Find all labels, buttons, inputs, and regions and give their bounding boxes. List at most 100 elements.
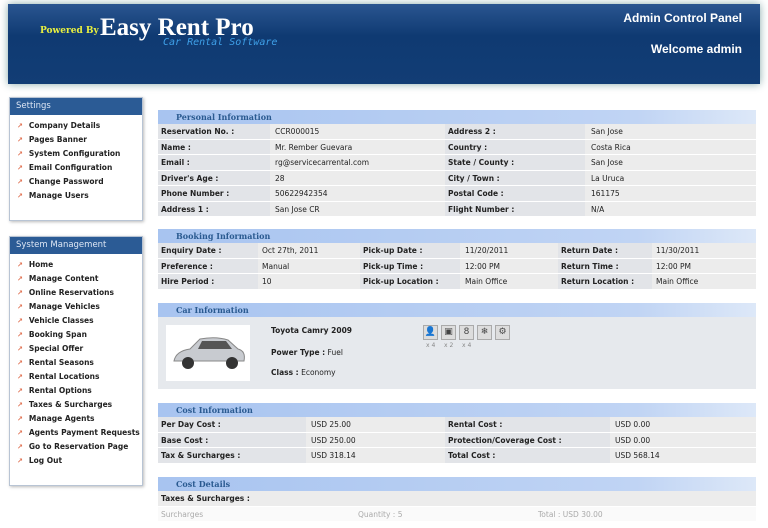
powered-by: Powered By [40, 26, 99, 36]
field-value: La Uruca [591, 173, 625, 183]
field-label: Address 1 : [161, 204, 209, 214]
field-label: Reservation No. : [161, 127, 235, 136]
field-value: rg@servicecarrental.com [275, 158, 370, 167]
menu-item-manage-vehicles[interactable]: ↗ Manage Vehicles [17, 302, 142, 316]
field-value: 50622942354 [275, 189, 328, 198]
field-label: Hire Period : [161, 277, 215, 286]
field-value: USD 0.00 [615, 420, 651, 429]
field-label: Enquiry Date : [161, 246, 222, 255]
field-label: Pick-up Time : [363, 261, 424, 271]
welcome-text: Welcome admin [650, 42, 742, 56]
field-value: San Jose [591, 127, 623, 136]
menu-item-label: Booking Span [28, 330, 87, 339]
section-title: Personal Information [158, 110, 756, 124]
booking-information-section: Booking Information Enquiry Date : Oct 27… [158, 229, 756, 290]
field-label: Return Time : [561, 261, 619, 271]
info-row: Base Cost : USD 250.00 Protection/Coverage… [158, 432, 756, 448]
menu-item-manage-users[interactable]: ↗ Manage Users [17, 191, 142, 205]
menu-item-special-offer[interactable]: ↗ Special Offer [17, 344, 142, 358]
arrow-icon: ↗ [17, 457, 23, 465]
arrow-icon: ↗ [17, 317, 23, 325]
car-information-section: Car Information Toyota Camry 2009 Power … [158, 303, 756, 389]
cost-information-section: Cost Information Per Day Cost : USD 25.00… [158, 403, 756, 464]
settings-menu: Settings ↗ Company Details ↗ Pages Banner ↗ S… [9, 97, 143, 221]
field-label: Email : [161, 158, 190, 167]
info-row: Hire Period : 10 Pick-up Location : Main Of… [158, 274, 756, 290]
car-image [166, 325, 250, 381]
arrow-icon: ↗ [17, 415, 23, 423]
menu-item-label: Log Out [28, 456, 63, 465]
section-title: Booking Information [158, 229, 756, 243]
menu-item-log-out[interactable]: ↗ Log Out [17, 456, 142, 470]
field-value: 10 [262, 277, 272, 286]
menu-item-label: Manage Agents [28, 414, 95, 423]
menu-item-rental-seasons[interactable]: ↗ Rental Seasons [17, 358, 142, 372]
system-management-menu: System Management ↗ Home ↗ Manage Content ↗ O… [9, 236, 143, 486]
system-management-title: System Management [10, 237, 142, 254]
arrow-icon: ↗ [17, 345, 23, 353]
tagline: Car Rental Software [163, 37, 278, 48]
feature-quantity: x 4 [462, 342, 472, 349]
menu-item-rental-locations[interactable]: ↗ Rental Locations [17, 372, 142, 386]
arrow-icon: ↗ [17, 150, 23, 158]
field-value: Main Office [465, 277, 508, 286]
menu-item-email-configuration[interactable]: ↗ Email Configuration [17, 163, 142, 177]
field-label: Country : [448, 142, 488, 152]
menu-item-online-reservations[interactable]: ↗ Online Reservations [17, 288, 142, 302]
surcharge-quantity: Quantity : 5 [358, 509, 403, 519]
menu-item-agents-payment-requests[interactable]: ↗ Agents Payment Requests [17, 428, 142, 442]
field-label: Per Day Cost : [161, 420, 221, 429]
menu-item-label: Manage Content [28, 274, 99, 283]
field-label: Postal Code : [448, 189, 504, 198]
class-value: Economy [301, 368, 336, 377]
field-label: Address 2 : [448, 127, 496, 136]
arrow-icon: ↗ [17, 429, 23, 437]
menu-item-home[interactable]: ↗ Home [17, 260, 142, 274]
arrow-icon: ↗ [17, 122, 23, 130]
field-value: Main Office [656, 277, 699, 286]
menu-item-label: Manage Users [28, 191, 89, 200]
info-row: Enquiry Date : Oct 27th, 2011 Pick-up Date… [158, 243, 756, 259]
section-title: Car Information [158, 303, 756, 317]
field-label: Phone Number : [161, 189, 230, 198]
field-value: 161175 [591, 189, 620, 198]
menu-item-rental-options[interactable]: ↗ Rental Options [17, 386, 142, 400]
field-label: Pick-up Location : [363, 277, 439, 286]
menu-item-booking-span[interactable]: ↗ Booking Span [17, 330, 142, 344]
field-label: City / Town : [448, 173, 500, 183]
info-row: Tax & Surcharges : USD 318.14 Total Cost :… [158, 448, 756, 464]
field-label: Name : [161, 142, 191, 152]
menu-item-change-password[interactable]: ↗ Change Password [17, 177, 142, 191]
menu-item-label: Email Configuration [28, 163, 113, 172]
menu-item-vehicle-classes[interactable]: ↗ Vehicle Classes [17, 316, 142, 330]
car-name: Toyota Camry 2009 [271, 326, 353, 335]
arrow-icon: ↗ [17, 443, 23, 451]
field-label: Base Cost : [161, 435, 209, 445]
menu-item-company-details[interactable]: ↗ Company Details [17, 121, 142, 135]
menu-item-go-to-reservation-page[interactable]: ↗ Go to Reservation Page [17, 442, 142, 456]
section-title: Cost Details [158, 477, 756, 491]
menu-item-manage-content[interactable]: ↗ Manage Content [17, 274, 142, 288]
arrow-icon: ↗ [17, 275, 23, 283]
arrow-icon: ↗ [17, 303, 23, 311]
field-value: CCR000015 [275, 127, 320, 136]
settings-title: Settings [10, 98, 142, 115]
section-title: Cost Information [158, 403, 756, 417]
menu-item-manage-agents[interactable]: ↗ Manage Agents [17, 414, 142, 428]
menu-item-label: Special Offer [28, 344, 84, 353]
info-row: Driver's Age : 28 City / Town : La Uruca [158, 170, 756, 186]
admin-panel-title: Admin Control Panel [623, 11, 742, 25]
menu-item-label: Online Reservations [28, 288, 114, 297]
menu-item-label: Pages Banner [28, 135, 88, 144]
arrow-icon: ↗ [17, 401, 23, 409]
menu-item-taxes-surcharges[interactable]: ↗ Taxes & Surcharges [17, 400, 142, 414]
info-row: Phone Number : 50622942354 Postal Code : 16… [158, 186, 756, 202]
info-row: Reservation No. : CCR000015 Address 2 : San… [158, 124, 756, 140]
field-value: USD 0.00 [615, 435, 651, 445]
arrow-icon: ↗ [17, 136, 23, 144]
menu-item-pages-banner[interactable]: ↗ Pages Banner [17, 135, 142, 149]
field-value: Oct 27th, 2011 [262, 246, 319, 255]
menu-item-system-configuration[interactable]: ↗ System Configuration [17, 149, 142, 163]
door-icon: 8 [459, 325, 474, 340]
arrow-icon: ↗ [17, 373, 23, 381]
